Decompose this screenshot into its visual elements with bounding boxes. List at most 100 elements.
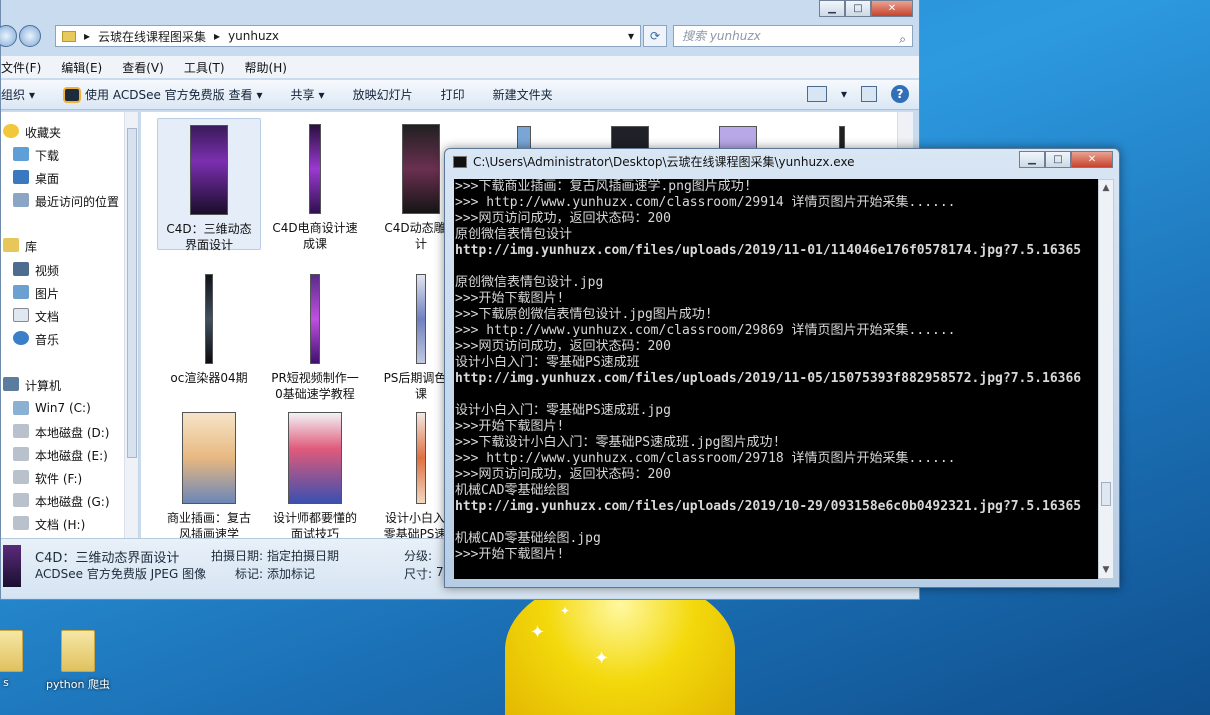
console-line: >>>开始下载图片! xyxy=(455,419,565,434)
file-item[interactable]: PR短视频制作一 0基础速学教程 xyxy=(263,268,367,401)
drive-icon xyxy=(13,516,29,530)
desktop-icon-left[interactable]: s xyxy=(0,630,26,689)
maximize-button[interactable]: □ xyxy=(845,0,871,17)
organize-button[interactable]: 组织 ▾ xyxy=(1,86,35,103)
console-line: >>>下载商业插画：复古风插画速学.png图片成功! xyxy=(455,179,752,194)
file-item[interactable]: oc渲染器04期 xyxy=(157,268,261,400)
selected-file-name: C4D：三维动态界面设计 xyxy=(35,551,180,566)
menu-tools[interactable]: 工具(T) xyxy=(184,59,225,76)
console-scrollbar[interactable]: ▲ ▼ xyxy=(1098,179,1114,579)
console-line: >>> http://www.yunhuzx.com/classroom/299… xyxy=(455,195,956,210)
nav-scrollbar[interactable] xyxy=(124,112,138,538)
open-with-acdsee-button[interactable]: 使用 ACDSee 官方免费版 查看 ▾ xyxy=(63,86,263,103)
share-button[interactable]: 共享 ▾ xyxy=(291,86,325,103)
console-line: >>>开始下载图片! xyxy=(455,547,565,562)
preview-pane-icon[interactable] xyxy=(861,86,877,102)
nav-favorites[interactable]: 收藏夹 xyxy=(3,124,61,141)
menu-help[interactable]: 帮助(H) xyxy=(245,59,287,76)
console-output[interactable]: >>>下载商业插画：复古风插画速学.png图片成功! >>> http://www… xyxy=(454,179,1098,579)
console-window-controls: ▁ □ ✕ xyxy=(1019,151,1113,168)
help-icon[interactable]: ? xyxy=(891,85,909,103)
chevron-down-icon[interactable]: ▾ xyxy=(841,87,847,101)
console-minimize-button[interactable]: ▁ xyxy=(1019,151,1045,168)
refresh-button[interactable]: ⟳ xyxy=(643,25,667,47)
nav-pictures[interactable]: 图片 xyxy=(13,285,59,302)
menu-view[interactable]: 查看(V) xyxy=(122,59,164,76)
minimize-icon: ▁ xyxy=(828,3,836,14)
console-close-button[interactable]: ✕ xyxy=(1071,151,1113,168)
file-item[interactable]: 设计师都要懂的 面试技巧 xyxy=(263,406,367,538)
nav-drive-g[interactable]: 本地磁盘 (G:) xyxy=(13,493,110,510)
nav-drive-f[interactable]: 软件 (F:) xyxy=(13,470,82,487)
console-line: http://img.yunhuzx.com/files/uploads/201… xyxy=(455,499,1082,514)
search-input[interactable]: 搜索 yunhuzx ⌕ xyxy=(673,25,913,47)
scroll-thumb[interactable] xyxy=(1101,482,1111,506)
address-bar[interactable]: ▸ 云琥在线课程图采集 ▸ yunhuzx ▾ xyxy=(55,25,641,47)
console-maximize-button[interactable]: □ xyxy=(1045,151,1071,168)
drive-icon xyxy=(13,493,29,507)
address-row: ▸ 云琥在线课程图采集 ▸ yunhuzx ▾ ⟳ 搜索 yunhuzx ⌕ xyxy=(0,22,919,50)
nav-libraries[interactable]: 库 xyxy=(3,238,37,255)
file-thumbnail xyxy=(309,124,321,214)
console-window: C:\Users\Administrator\Desktop\云琥在线课程图采集… xyxy=(444,148,1120,588)
minimize-button[interactable]: ▁ xyxy=(819,0,845,17)
console-line: 设计小白入门：零基础PS速成班 xyxy=(455,355,640,370)
chevron-down-icon[interactable]: ▾ xyxy=(628,29,634,43)
console-line: >>>网页访问成功，返回状态码：200 xyxy=(455,467,671,482)
menu-file[interactable]: 文件(F) xyxy=(1,59,41,76)
menu-bar: 文件(F) 编辑(E) 查看(V) 工具(T) 帮助(H) xyxy=(1,56,919,78)
date-label: 拍摄日期: xyxy=(211,549,264,563)
nav-computer[interactable]: 计算机 xyxy=(3,377,61,394)
music-icon xyxy=(13,331,29,345)
close-button[interactable]: ✕ xyxy=(871,0,913,17)
file-item[interactable]: C4D电商设计速 成课 xyxy=(263,118,367,251)
view-mode-icon[interactable] xyxy=(806,86,827,102)
console-line: 原创微信表情包设计 xyxy=(455,227,573,242)
view-controls: ▾ ? xyxy=(806,85,909,103)
nav-documents[interactable]: 文档 xyxy=(13,308,59,325)
tag-value[interactable]: 添加标记 xyxy=(267,565,315,582)
scroll-thumb[interactable] xyxy=(127,128,137,458)
scroll-up-icon[interactable]: ▲ xyxy=(1099,180,1113,196)
menu-edit[interactable]: 编辑(E) xyxy=(61,59,102,76)
sparkle-icon: ✦ xyxy=(560,604,571,618)
nav-drive-h[interactable]: 文档 (H:) xyxy=(13,516,85,533)
chevron-down-icon: ▾ xyxy=(29,87,36,102)
nav-drive-c[interactable]: Win7 (C:) xyxy=(13,401,91,415)
sparkle-icon: ✦ xyxy=(594,648,610,669)
console-line: http://img.yunhuzx.com/files/uploads/201… xyxy=(455,371,1082,386)
nav-downloads[interactable]: 下载 xyxy=(13,147,59,164)
scroll-down-icon[interactable]: ▼ xyxy=(1099,562,1113,578)
file-thumbnail xyxy=(288,412,342,504)
chevron-right-icon: ▸ xyxy=(84,29,91,43)
nav-videos[interactable]: 视频 xyxy=(13,262,59,279)
file-item[interactable]: C4D：三维动态 界面设计 xyxy=(157,118,261,252)
desktop-icon xyxy=(13,170,29,184)
selected-file-type: ACDSee 官方免费版 JPEG 图像 xyxy=(35,567,207,581)
chevron-down-icon: ▾ xyxy=(256,87,263,102)
nav-drive-d[interactable]: 本地磁盘 (D:) xyxy=(13,424,109,441)
size-value: 7 xyxy=(436,565,444,579)
new-folder-button[interactable]: 新建文件夹 xyxy=(493,86,553,103)
search-icon: ⌕ xyxy=(899,32,906,46)
nav-music[interactable]: 音乐 xyxy=(13,331,59,348)
breadcrumb-part[interactable]: yunhuzx xyxy=(228,29,279,43)
chevron-right-icon: ▸ xyxy=(214,29,221,43)
size-label: 尺寸: xyxy=(404,567,433,581)
file-item[interactable]: 商业插画：复古 风插画速学 xyxy=(157,406,261,538)
sparkle-icon: ✦ xyxy=(530,622,546,643)
computer-icon xyxy=(3,377,19,391)
print-button[interactable]: 打印 xyxy=(441,86,465,103)
forward-button[interactable] xyxy=(19,25,41,47)
nav-recent[interactable]: 最近访问的位置 xyxy=(13,193,119,210)
breadcrumb-part[interactable]: 云琥在线课程图采集 xyxy=(98,28,206,45)
slideshow-button[interactable]: 放映幻灯片 xyxy=(353,86,413,103)
back-button[interactable] xyxy=(0,25,17,47)
nav-drive-e[interactable]: 本地磁盘 (E:) xyxy=(13,447,108,464)
date-value[interactable]: 指定拍摄日期 xyxy=(267,547,339,564)
desktop-icon-python[interactable]: python 爬虫 xyxy=(38,630,118,692)
recent-places-icon xyxy=(13,193,29,207)
drive-icon xyxy=(13,424,29,438)
nav-desktop[interactable]: 桌面 xyxy=(13,170,59,187)
